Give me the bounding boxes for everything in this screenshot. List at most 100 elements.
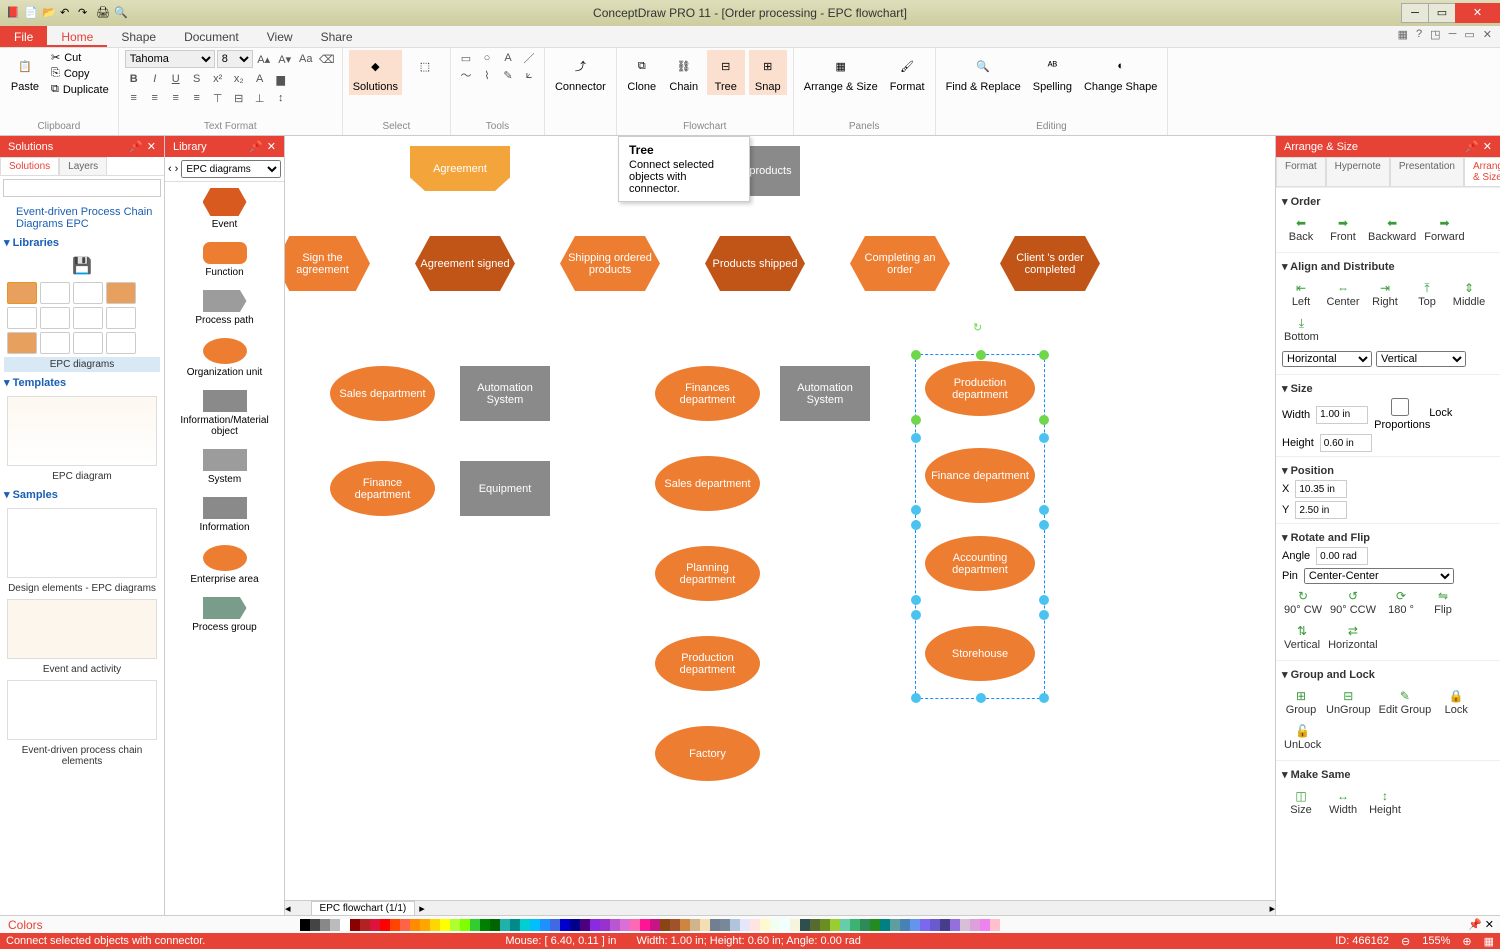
thumb[interactable]	[40, 307, 70, 329]
tree-section[interactable]: Samples	[4, 484, 160, 505]
distribute-h[interactable]: Horizontal	[1282, 351, 1372, 367]
connector-button[interactable]: ⤴Connector	[551, 50, 610, 95]
cut-button[interactable]: ✂ Cut	[48, 50, 112, 65]
align-just-icon[interactable]: ≡	[188, 90, 206, 106]
sample-thumb[interactable]	[7, 680, 157, 740]
ungroup-button[interactable]: ⊟UnGroup	[1324, 687, 1373, 718]
thumb[interactable]	[7, 307, 37, 329]
thumb[interactable]	[106, 282, 136, 304]
node-planning-dept[interactable]: Planning department	[655, 546, 760, 601]
close-icon[interactable]: ✕	[1483, 140, 1492, 153]
pin-select[interactable]: Center-Center	[1304, 568, 1454, 584]
library-item[interactable]: Enterprise area	[165, 539, 284, 591]
y-input[interactable]	[1295, 501, 1347, 519]
align-left[interactable]: ⇤Left	[1282, 279, 1320, 310]
node-agreement-signed[interactable]: Agreement signed	[415, 236, 515, 291]
unlock-button[interactable]: 🔓UnLock	[1282, 722, 1323, 753]
window-icon[interactable]: ─	[1449, 28, 1457, 45]
library-item[interactable]: Function	[165, 236, 284, 284]
pin-icon[interactable]: 📌	[129, 140, 143, 153]
distribute-v[interactable]: Vertical	[1376, 351, 1466, 367]
node-automation[interactable]: Automation System	[460, 366, 550, 421]
library-dropdown[interactable]: EPC diagrams	[181, 160, 281, 178]
copy-button[interactable]: ⎘ Copy	[48, 66, 112, 81]
sub-icon[interactable]: x₂	[230, 71, 248, 87]
qat-icon[interactable]: ↷	[78, 6, 92, 20]
qat-icon[interactable]: 📄	[24, 6, 38, 20]
scroll-right[interactable]: ▸	[1269, 902, 1275, 915]
edit-group-button[interactable]: ✎Edit Group	[1377, 687, 1434, 718]
search-input[interactable]	[3, 179, 161, 197]
node-products-shipped[interactable]: Products shipped	[705, 236, 805, 291]
library-item[interactable]: Information	[165, 491, 284, 539]
width-input[interactable]	[1316, 406, 1368, 424]
solutions-button[interactable]: ◆Solutions	[349, 50, 402, 95]
duplicate-button[interactable]: ⧉ Duplicate	[48, 82, 112, 97]
clone-button[interactable]: ⧉Clone	[623, 50, 661, 95]
flip[interactable]: ⇋Flip	[1424, 587, 1462, 618]
color-swatches[interactable]	[300, 919, 1462, 931]
spacing-icon[interactable]: ↕	[272, 90, 290, 106]
node-production-dept[interactable]: Production department	[655, 636, 760, 691]
qat-icon[interactable]: ↶	[60, 6, 74, 20]
close-icon[interactable]: ✕	[267, 140, 276, 153]
tab-solutions[interactable]: Solutions	[0, 157, 59, 175]
tool-icon[interactable]: A	[499, 50, 517, 66]
library-item[interactable]: Process path	[165, 284, 284, 332]
node-completing[interactable]: Completing an order	[850, 236, 950, 291]
same-size[interactable]: ◫Size	[1282, 787, 1320, 818]
arrange-button[interactable]: ▦Arrange & Size	[800, 50, 882, 95]
font-select[interactable]: Tahoma	[125, 50, 215, 68]
library-item[interactable]: Process group	[165, 591, 284, 639]
same-width[interactable]: ↔Width	[1324, 787, 1362, 818]
help-icon[interactable]: ?	[1416, 28, 1422, 45]
same-height[interactable]: ↕Height	[1366, 787, 1404, 818]
node-sign[interactable]: Sign the agreement	[285, 236, 370, 291]
tree-section[interactable]: Libraries	[4, 232, 160, 253]
pin-icon[interactable]: 📌	[249, 140, 263, 153]
pin-icon[interactable]: 📌 ✕	[1462, 918, 1500, 931]
zoom-out[interactable]: ⊖	[1401, 935, 1410, 948]
thumb[interactable]	[40, 332, 70, 354]
node-finances-dept[interactable]: Finances department	[655, 366, 760, 421]
node-factory[interactable]: Factory	[655, 726, 760, 781]
snap-button[interactable]: ⊞Snap	[749, 50, 787, 95]
node-accounting-dept[interactable]: Accounting department	[925, 536, 1035, 591]
sample-thumb[interactable]	[7, 508, 157, 578]
align-bottom[interactable]: ⤓Bottom	[1282, 314, 1321, 345]
node-equipment[interactable]: Equipment	[460, 461, 550, 516]
file-tab[interactable]: File	[0, 26, 47, 47]
window-icon[interactable]: ✕	[1483, 28, 1492, 45]
paste-button[interactable]: 📋Paste	[6, 50, 44, 95]
group-button[interactable]: ⊞Group	[1282, 687, 1320, 718]
rotate-180[interactable]: ⟳180 °	[1382, 587, 1420, 618]
tab-share[interactable]: Share	[307, 26, 367, 47]
select-button[interactable]: ⬚	[406, 50, 444, 83]
node-finance-dept[interactable]: Finance department	[330, 461, 435, 516]
tab-format[interactable]: Format	[1276, 157, 1326, 186]
tool-icon[interactable]: ／	[520, 50, 538, 66]
thumb[interactable]	[40, 282, 70, 304]
tab-next[interactable]: ▸	[419, 902, 425, 915]
back-button[interactable]: ⬅Back	[1282, 214, 1320, 245]
format-button[interactable]: 🖌Format	[886, 50, 929, 95]
rotate-ccw[interactable]: ↺90° CCW	[1328, 587, 1378, 618]
flip-v[interactable]: ⇅Vertical	[1282, 622, 1322, 653]
align-center-icon[interactable]: ≡	[146, 90, 164, 106]
tab-arrange[interactable]: Arrange & Size	[1464, 157, 1500, 186]
rotate-handle[interactable]: ↻	[973, 321, 982, 334]
tab-home[interactable]: Home	[47, 26, 107, 47]
thumb[interactable]	[73, 282, 103, 304]
minimize-button[interactable]: ─	[1401, 3, 1429, 23]
highlight-icon[interactable]: ▆	[272, 71, 290, 87]
tool-icon[interactable]: ▭	[457, 50, 475, 66]
thumb[interactable]	[73, 332, 103, 354]
tool-icon[interactable]: ○	[478, 50, 496, 66]
tab-shape[interactable]: Shape	[107, 26, 170, 47]
tab-view[interactable]: View	[253, 26, 307, 47]
canvas-tab[interactable]: EPC flowchart (1/1)	[311, 901, 416, 916]
valign-icon[interactable]: ⊥	[251, 90, 269, 106]
qat-icon[interactable]: 🔍	[114, 6, 128, 20]
tree-section[interactable]: Templates	[4, 372, 160, 393]
align-left-icon[interactable]: ≡	[125, 90, 143, 106]
